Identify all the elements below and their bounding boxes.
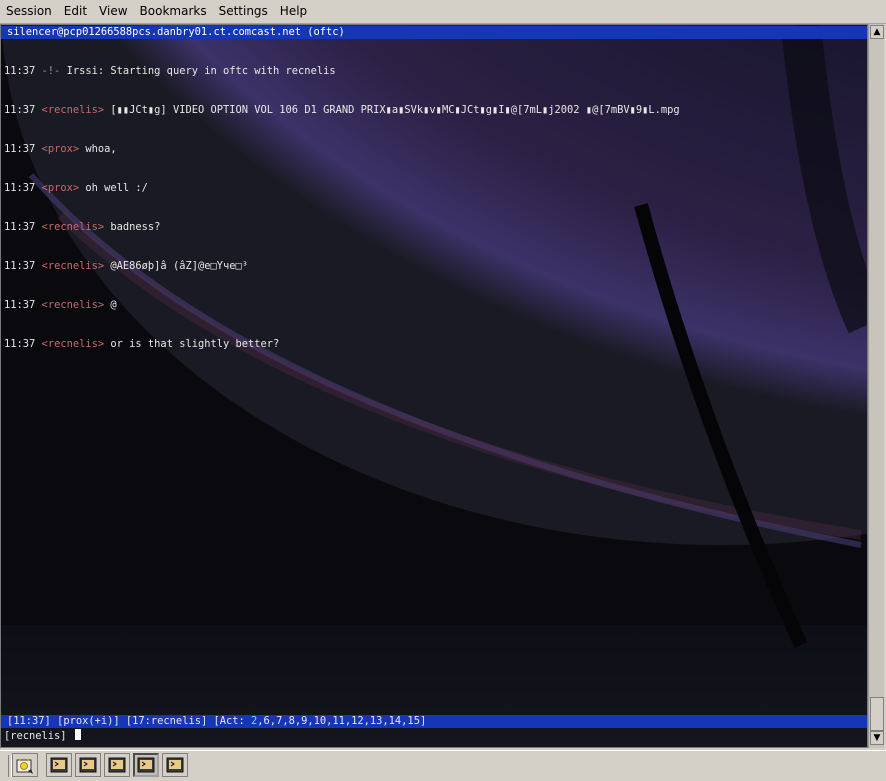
menu-session[interactable]: Session	[0, 0, 58, 23]
terminal-text: silencer@pcp01266588pcs.danbry01.ct.comc…	[1, 25, 867, 747]
chat-line: 11:37 <recnelis> [▮▮JCt▮g] VIDEO OPTION …	[4, 104, 680, 116]
chat-line: 11:37 <prox> oh well :/	[4, 182, 148, 194]
scroll-up-arrow-icon[interactable]: ▲	[870, 25, 884, 39]
menu-settings[interactable]: Settings	[213, 0, 274, 23]
scrollbar-thumb[interactable]	[870, 697, 884, 731]
irssi-status-bar: [11:37] [prox(+i)] [17:recnelis] [Act: 2…	[1, 715, 867, 728]
text-cursor	[74, 729, 81, 740]
scroll-down-arrow-icon[interactable]: ▼	[870, 731, 884, 745]
session-tab-bar	[0, 750, 886, 781]
terminal-shell-icon	[50, 757, 68, 773]
chat-log: 11:37 -!- Irssi: Starting query in oftc …	[4, 39, 680, 377]
new-session-icon-graphic	[16, 758, 33, 774]
chat-line: 11:37 <recnelis> @	[4, 299, 117, 311]
menu-bar: Session Edit View Bookmarks Settings Hel…	[0, 0, 886, 24]
chat-line: 11:37 <recnelis> @AE86øþ]â (âZ]@e□Yчe□³	[4, 260, 249, 272]
new-session-icon[interactable]	[12, 753, 38, 777]
chat-line: 11:37 <prox> whoa,	[4, 143, 117, 155]
menu-edit[interactable]: Edit	[58, 0, 93, 23]
irssi-input-line[interactable]: [recnelis]	[4, 729, 81, 742]
status-activity-label: [Act:	[213, 715, 252, 727]
status-query: [17:recnelis]	[125, 715, 208, 727]
terminal-tab-4-icon[interactable]	[133, 753, 159, 777]
menu-help[interactable]: Help	[274, 0, 313, 23]
status-time: [11:37]	[7, 715, 51, 727]
terminal-tab-2-icon[interactable]	[75, 753, 101, 777]
terminal-tab-1-icon[interactable]	[46, 753, 72, 777]
terminal-shell-icon	[108, 757, 126, 773]
status-window: [prox(+i)]	[57, 715, 120, 727]
irssi-title-bar: silencer@pcp01266588pcs.danbry01.ct.comc…	[1, 26, 867, 39]
terminal-view[interactable]: silencer@pcp01266588pcs.danbry01.ct.comc…	[0, 24, 868, 748]
status-activity-list: ,6,7,8,9,10,11,12,13,14,15]	[257, 715, 427, 727]
chat-line: 11:37 <recnelis> badness?	[4, 221, 161, 233]
terminal-shell-icon	[137, 757, 155, 773]
terminal-shell-icon	[79, 757, 97, 773]
terminal-shell-icon	[166, 757, 184, 773]
chat-line: 11:37 <recnelis> or is that slightly bet…	[4, 338, 280, 350]
input-prompt: [recnelis]	[4, 730, 67, 742]
menu-view[interactable]: View	[93, 0, 133, 23]
terminal-tab-3-icon[interactable]	[104, 753, 130, 777]
vertical-scrollbar[interactable]: ▲ ▼	[868, 24, 884, 748]
terminal-tab-5-icon[interactable]	[162, 753, 188, 777]
menu-bookmarks[interactable]: Bookmarks	[134, 0, 213, 23]
chat-line: 11:37 -!- Irssi: Starting query in oftc …	[4, 65, 336, 77]
